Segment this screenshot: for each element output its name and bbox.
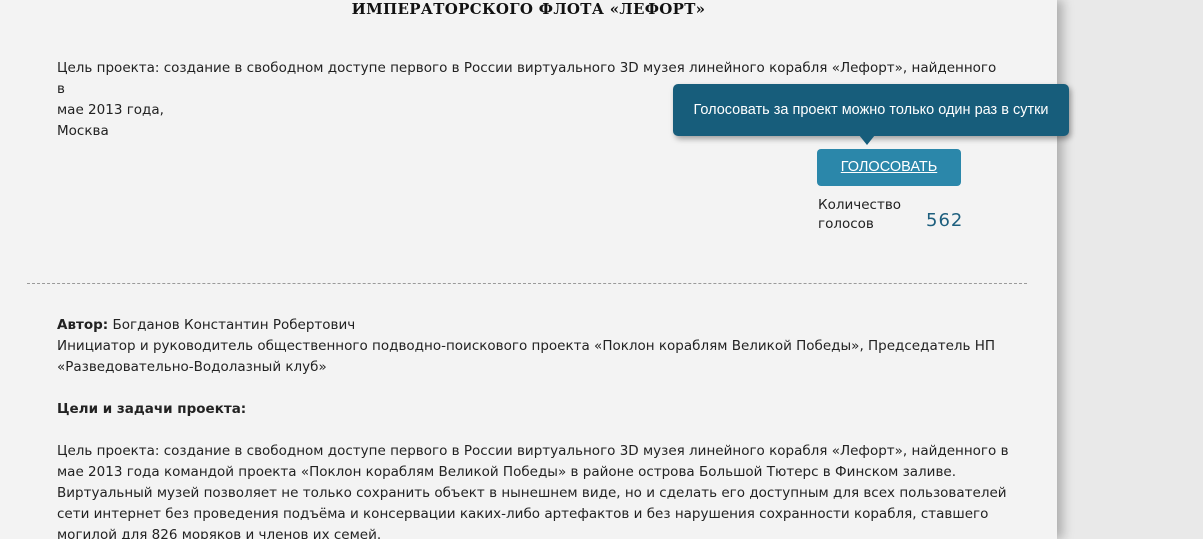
goals-line: мае 2013 года командой проекта «Поклон к… xyxy=(57,464,956,480)
content-panel: ИМПЕРАТОРСКОГО ФЛОТА «ЛЕФОРТ» Цель проек… xyxy=(0,0,1057,539)
goals-heading-text: Цели и задачи проекта: xyxy=(57,401,247,417)
author-line: Автор: Богданов Константин Робертович xyxy=(57,315,1017,336)
author-label: Автор: xyxy=(57,317,109,333)
votes-count-label: Количество голосов xyxy=(818,197,902,232)
goals-heading: Цели и задачи проекта: xyxy=(57,399,1017,420)
author-role: «Разведовательно-Водолазный клуб» xyxy=(57,359,327,375)
author-role: Инициатор и руководитель общественного п… xyxy=(57,338,996,354)
votes-count: 562 xyxy=(926,210,964,231)
author-name: Богданов Константин Робертович xyxy=(112,317,356,333)
goals-line: сети интернет без проведения подъёма и к… xyxy=(57,506,989,522)
vote-button[interactable]: ГОЛОСОВАТЬ xyxy=(817,149,961,186)
goals-line: могилой для 826 моряков и членов их семе… xyxy=(57,527,382,539)
goals-line: Виртуальный музей позволяет не только со… xyxy=(57,485,1007,501)
section-divider xyxy=(27,283,1027,284)
page-background xyxy=(1057,0,1203,539)
tooltip-arrow xyxy=(859,135,875,145)
project-details: Автор: Богданов Константин Робертович Ин… xyxy=(57,315,1017,539)
project-title: ИМПЕРАТОРСКОГО ФЛОТА «ЛЕФОРТ» xyxy=(351,0,706,18)
goals-line: Цель проекта: создание в свободном досту… xyxy=(57,443,1009,459)
vote-tooltip: Голосовать за проект можно только один р… xyxy=(673,84,1069,136)
